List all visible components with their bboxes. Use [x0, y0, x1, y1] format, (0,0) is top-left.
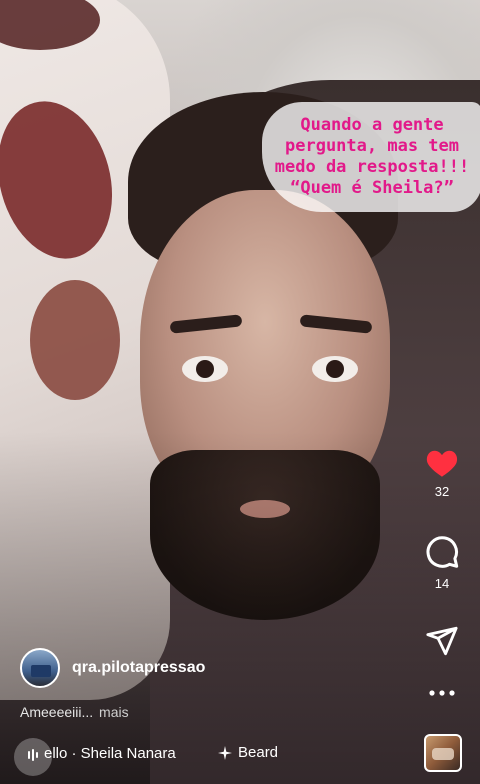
- caption-text: Quando a gente pergunta, mas tem medo da…: [274, 115, 470, 198]
- sparkle-icon: [218, 745, 232, 760]
- post-description[interactable]: Ameeeeiii... mais: [20, 704, 129, 720]
- music-track-text[interactable]: ello · Sheila Nanara: [44, 745, 176, 762]
- more-horizontal-icon: [427, 688, 457, 698]
- text-caption-sticker: Quando a gente pergunta, mas tem medo da…: [262, 102, 480, 212]
- heart-icon: [425, 448, 459, 478]
- description-text: Ameeeeiii...: [20, 704, 94, 720]
- share-button[interactable]: [402, 624, 480, 658]
- comment-icon: [424, 534, 460, 570]
- comment-button[interactable]: 14: [402, 534, 480, 591]
- like-button[interactable]: 32: [402, 448, 480, 499]
- audio-wave-icon: [25, 747, 41, 768]
- username[interactable]: qra.pilotapressao: [72, 659, 205, 677]
- effect-tag[interactable]: Beard: [218, 744, 278, 761]
- more-link[interactable]: mais: [99, 704, 129, 720]
- post-author[interactable]: qra.pilotapressao: [20, 648, 205, 688]
- effect-label: Beard: [238, 744, 279, 761]
- comment-count: 14: [434, 576, 450, 591]
- avatar[interactable]: [20, 648, 60, 688]
- audio-bar[interactable]: ello · Sheila Nanara Beard: [0, 732, 420, 776]
- more-options-button[interactable]: [402, 688, 480, 698]
- audio-thumbnail[interactable]: [424, 734, 462, 772]
- like-count: 32: [434, 484, 450, 499]
- send-icon: [425, 624, 459, 658]
